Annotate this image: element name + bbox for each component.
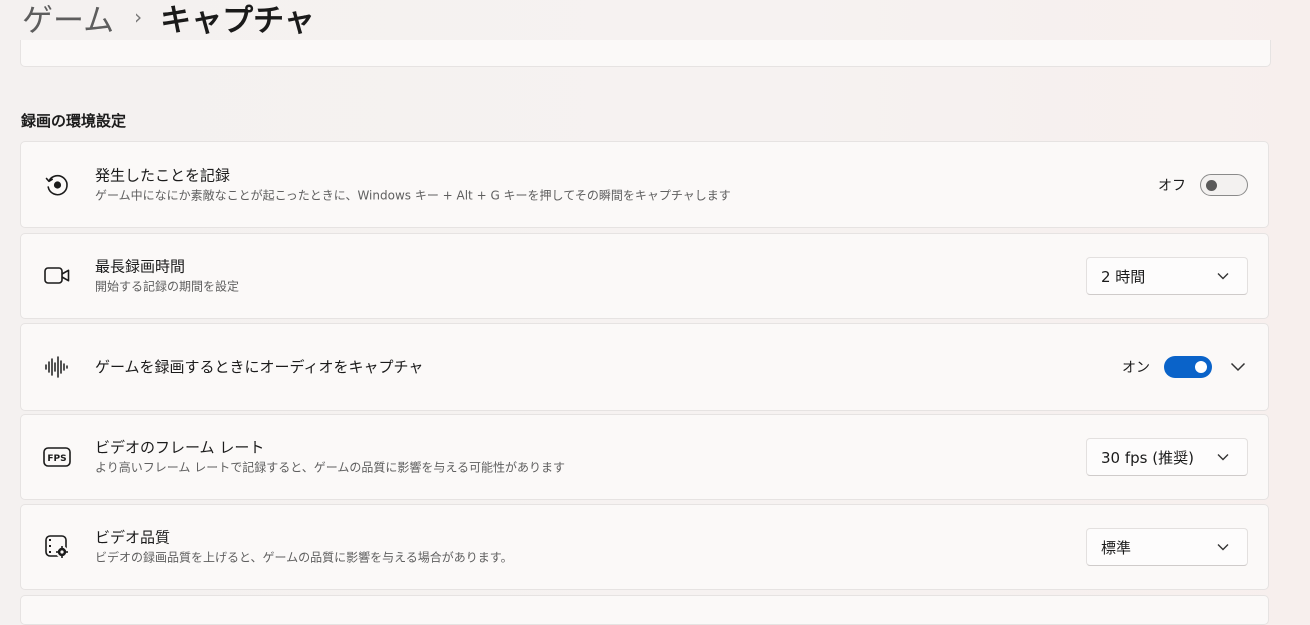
video-quality-dropdown[interactable]: 標準 (1086, 528, 1248, 566)
breadcrumb-parent-games[interactable]: ゲーム (22, 0, 114, 40)
dropdown-value: 2 時間 (1101, 267, 1146, 286)
setting-title: ビデオ品質 (95, 528, 171, 547)
setting-description: ビデオの録画品質を上げると、ゲームの品質に影響を与える場合があります。 (95, 550, 513, 565)
setting-description: ゲーム中になにか素敵なことが起こったときに、Windows キー + Alt +… (95, 188, 731, 202)
setting-description: 開始する記録の期間を設定 (95, 279, 240, 294)
fps-icon: FPS (43, 443, 71, 471)
setting-card-capture-audio[interactable]: ゲームを録画するときにオーディオをキャプチャ オン (20, 323, 1269, 411)
setting-title: ビデオのフレーム レート (95, 438, 265, 457)
breadcrumb-separator: › (134, 5, 143, 29)
record-what-happened-toggle[interactable] (1200, 173, 1248, 196)
audio-waveform-icon (43, 353, 71, 381)
video-camera-icon (43, 262, 71, 290)
setting-title: 発生したことを記録 (95, 166, 231, 184)
setting-card-video-quality: ビデオ品質 ビデオの録画品質を上げると、ゲームの品質に影響を与える場合があります… (20, 504, 1269, 590)
frame-rate-dropdown[interactable]: 30 fps (推奨) (1086, 438, 1248, 476)
dropdown-value: 標準 (1101, 538, 1132, 557)
setting-card-record-what-happened: 発生したことを記録 ゲーム中になにか素敵なことが起こったときに、Windows … (20, 141, 1269, 228)
section-title-recording-preferences: 録画の環境設定 (21, 112, 127, 130)
setting-title: 最長録画時間 (95, 257, 186, 276)
breadcrumb: ゲーム › キャプチャ (22, 0, 315, 40)
setting-card-video-frame-rate: FPS ビデオのフレーム レート より高いフレーム レートで記録すると、ゲームの… (20, 414, 1269, 500)
toggle-state-label: オン (1122, 360, 1150, 376)
max-recording-length-dropdown[interactable]: 2 時間 (1086, 257, 1248, 295)
capture-audio-toggle-group: オン (1122, 356, 1212, 378)
chevron-down-icon[interactable] (1230, 362, 1246, 372)
record-what-happened-toggle-group: オフ (1158, 173, 1248, 196)
chevron-down-icon (1217, 544, 1229, 551)
capture-audio-toggle[interactable] (1164, 356, 1212, 378)
toggle-state-label: オフ (1158, 177, 1186, 194)
setting-card-max-recording-length: 最長録画時間 開始する記録の期間を設定 2 時間 (20, 233, 1269, 319)
dropdown-value: 30 fps (推奨) (1101, 448, 1194, 467)
setting-title: ゲームを録画するときにオーディオをキャプチャ (95, 358, 424, 376)
chevron-down-icon (1217, 273, 1229, 280)
chevron-down-icon (1217, 454, 1229, 461)
toggle-knob (1206, 179, 1217, 191)
page-title: キャプチャ (160, 2, 315, 39)
record-history-icon (43, 171, 71, 199)
setting-description: より高いフレーム レートで記録すると、ゲームの品質に影響を与える可能性があります (95, 460, 566, 475)
previous-setting-card (20, 40, 1271, 67)
svg-text:FPS: FPS (47, 454, 66, 464)
setting-card-next-partial (20, 595, 1269, 625)
toggle-knob (1195, 361, 1207, 373)
video-quality-icon (43, 533, 71, 561)
